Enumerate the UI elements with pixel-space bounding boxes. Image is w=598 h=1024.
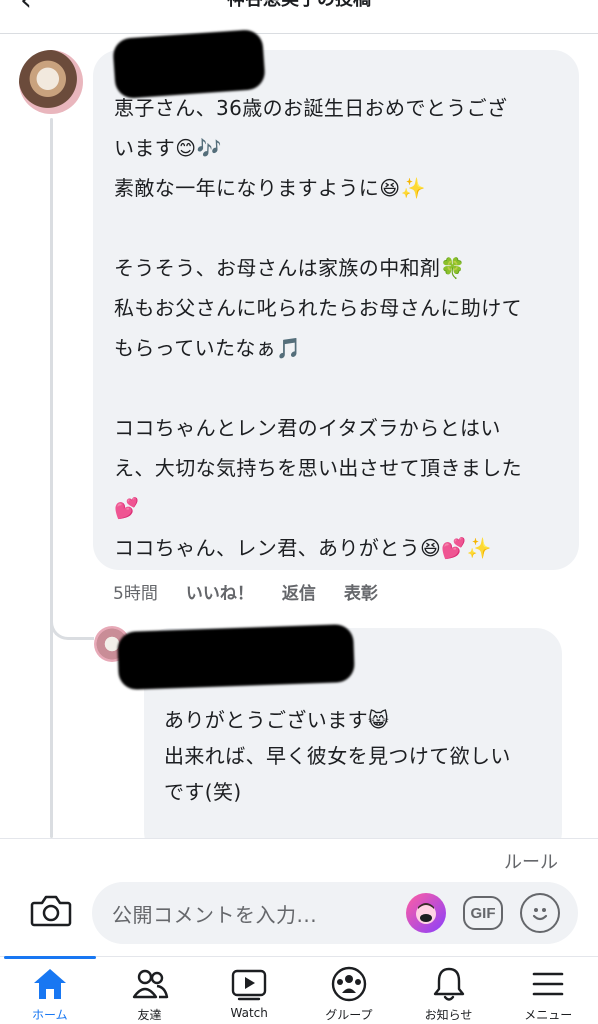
post-header: ‹ 神谷恵美子の投稿 xyxy=(0,0,598,34)
nav-item-friends[interactable]: 友達 xyxy=(100,957,200,1024)
comment-line: 素敵な一年になりますように😆✨ xyxy=(114,176,426,200)
comment-line: もらっていたなぁ🎵 xyxy=(114,336,302,360)
bottom-nav: ホーム 友達 Watch グループ お知らせ メニュー xyxy=(0,956,598,1024)
comment-actions: 5時間 いいね！ 返信 表彰 xyxy=(113,579,378,604)
comment-line: 💕 xyxy=(114,496,140,520)
bell-icon xyxy=(433,967,464,1001)
comment-line: です(笑) xyxy=(164,780,242,804)
nav-item-notifications[interactable]: お知らせ xyxy=(399,957,499,1024)
comment-line: ありがとうございます😸 xyxy=(164,708,390,732)
reply-button[interactable]: 返信 xyxy=(282,579,316,604)
thread-line xyxy=(50,118,53,838)
redacted-author-name xyxy=(117,623,355,691)
gif-button[interactable]: GIF xyxy=(463,896,503,930)
reply-text: ありがとうございます😸 出来れば、早く彼女を見つけて欲しい です(笑) xyxy=(164,702,552,810)
nav-label: メニュー xyxy=(524,1008,573,1022)
comment-line: 私もお父さんに叱られたらお母さんに助けて xyxy=(114,296,522,320)
nav-item-watch[interactable]: Watch xyxy=(199,957,299,1024)
page-title: 神谷恵美子の投稿 xyxy=(0,0,598,12)
award-button[interactable]: 表彰 xyxy=(344,579,378,604)
nav-item-home[interactable]: ホーム xyxy=(0,956,100,1024)
groups-icon xyxy=(331,966,367,1002)
camera-icon[interactable] xyxy=(30,893,72,929)
emoji-icon[interactable] xyxy=(520,893,560,933)
nav-label: Watch xyxy=(230,1006,268,1020)
comment-line: そうそう、お母さんは家族の中和剤🍀 xyxy=(114,256,466,280)
avatar[interactable] xyxy=(19,50,83,114)
smile-icon xyxy=(532,908,548,921)
home-icon xyxy=(33,969,66,999)
avatar-face-icon xyxy=(416,903,436,924)
comment-line: ココちゃんとレン君のイタズラからとはい xyxy=(114,416,501,440)
comment-line: 出来れば、早く彼女を見つけて欲しい xyxy=(164,744,511,768)
nav-item-menu[interactable]: メニュー xyxy=(498,957,598,1024)
menu-icon xyxy=(532,972,564,996)
watch-icon xyxy=(231,969,267,1001)
comment-spacer xyxy=(114,368,564,408)
comment-time: 5時間 xyxy=(113,584,158,604)
avatar-sticker-icon[interactable] xyxy=(406,893,446,933)
nav-item-groups[interactable]: グループ xyxy=(299,957,399,1024)
comment-input-placeholder: 公開コメントを入力... xyxy=(112,903,318,927)
like-button[interactable]: いいね！ xyxy=(186,579,254,604)
comment-input[interactable]: 公開コメントを入力... xyxy=(92,882,578,944)
comment-line: ココちゃん、レン君、ありがとう😆💕✨ xyxy=(114,536,492,560)
comment-line: います😊🎶 xyxy=(114,136,222,160)
thread-connector xyxy=(50,610,94,640)
nav-label: 友達 xyxy=(137,1008,162,1022)
rules-link[interactable]: ルール xyxy=(504,848,558,874)
nav-label: お知らせ xyxy=(424,1008,473,1022)
nav-label: ホーム xyxy=(32,1008,68,1022)
comment-line: 恵子さん、36歳のお誕生日おめでとうござ xyxy=(114,96,508,120)
nav-label: グループ xyxy=(325,1008,373,1022)
comment-line: え、大切な気持ちを思い出させて頂きました xyxy=(114,456,522,480)
comment-text: 恵子さん、36歳のお誕生日おめでとうござ います😊🎶 素敵な一年になりますように… xyxy=(114,88,564,568)
comment-spacer xyxy=(114,208,564,248)
friends-icon xyxy=(132,969,168,999)
